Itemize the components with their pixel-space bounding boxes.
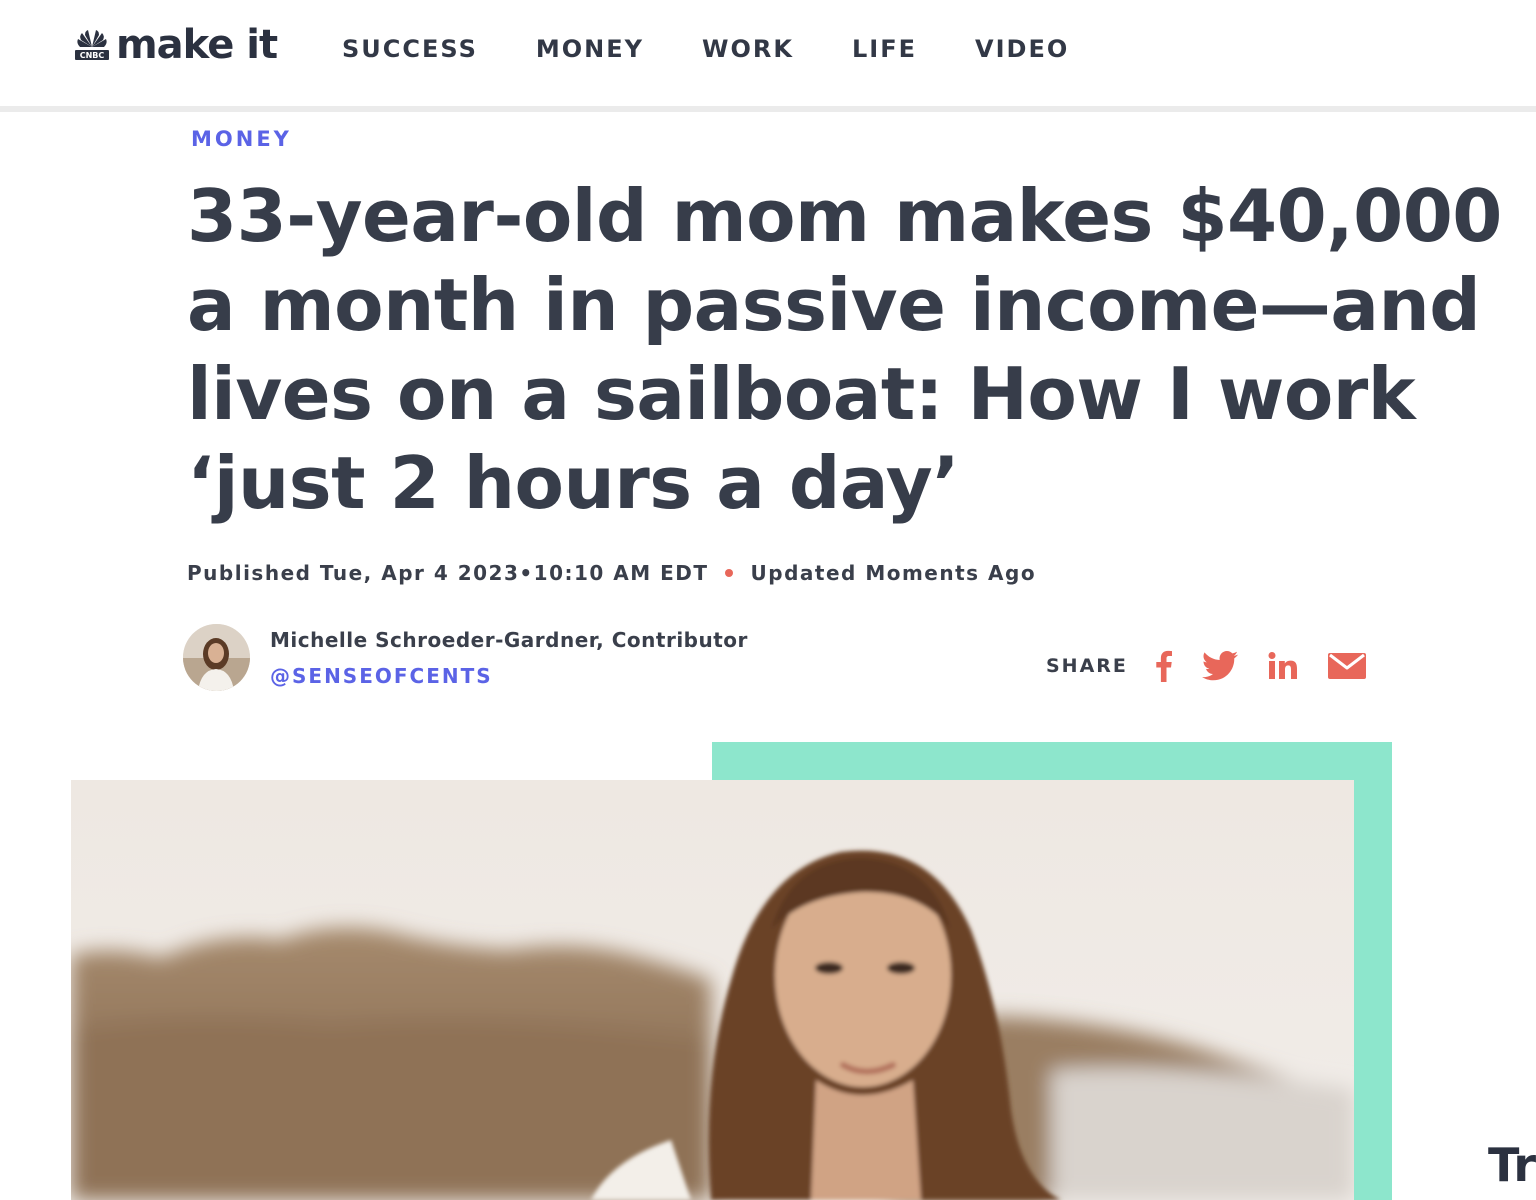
logo-wordmark: make it — [116, 22, 278, 68]
nav-work[interactable]: WORK — [702, 33, 794, 65]
hero-image — [71, 780, 1354, 1200]
share-bar: SHARE — [1046, 650, 1396, 682]
svg-text:CNBC: CNBC — [80, 51, 105, 60]
linkedin-icon[interactable] — [1268, 652, 1298, 680]
hero-photo — [71, 780, 1354, 1200]
author-name[interactable]: Michelle Schroeder-Gardner, Contributor — [270, 628, 748, 652]
twitter-icon[interactable] — [1201, 651, 1238, 681]
published-date: Published Tue, Apr 4 2023•10:10 AM EDT — [187, 561, 709, 585]
site-header: CNBC make it SUCCESS MONEY WORK LIFE VID… — [0, 0, 1536, 112]
article-timestamp: Published Tue, Apr 4 2023•10:10 AM EDT U… — [187, 561, 1036, 585]
email-icon[interactable] — [1327, 653, 1366, 679]
author-avatar[interactable] — [183, 624, 250, 691]
nav-success[interactable]: SUCCESS — [342, 33, 478, 65]
make-it-logo[interactable]: CNBC make it — [72, 20, 278, 70]
side-teaser-text[interactable]: Tr — [1488, 1138, 1536, 1192]
updated-status: Updated Moments Ago — [750, 561, 1037, 585]
author-handle-link[interactable]: @SENSEOFCENTS — [270, 664, 493, 688]
main-nav: SUCCESS MONEY WORK LIFE VIDEO — [342, 33, 1127, 65]
nav-life[interactable]: LIFE — [852, 33, 917, 65]
article-headline: 33-year-old mom makes $40,000 a month in… — [187, 174, 1502, 525]
meta-separator-dot — [724, 569, 733, 577]
facebook-icon[interactable] — [1156, 650, 1172, 682]
cnbc-peacock-icon: CNBC — [75, 30, 109, 60]
share-label: SHARE — [1046, 655, 1128, 677]
section-kicker[interactable]: MONEY — [191, 127, 292, 151]
nav-video[interactable]: VIDEO — [975, 33, 1069, 65]
nav-money[interactable]: MONEY — [536, 33, 644, 65]
author-photo — [183, 624, 250, 691]
